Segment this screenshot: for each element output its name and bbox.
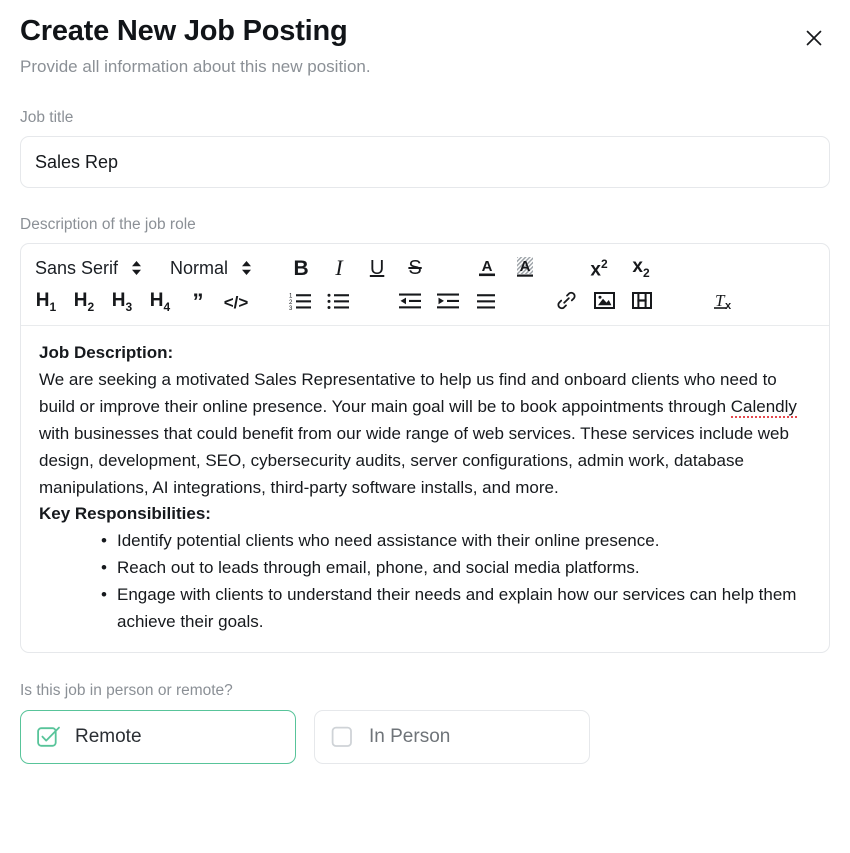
responsibilities-list: Identify potential clients who need assi… (39, 528, 811, 635)
highlight-color-button[interactable]: A (506, 252, 544, 284)
rich-text-editor: Sans Serif Normal B I U S A A x2 x2 H1 H… (20, 243, 830, 653)
font-family-select[interactable]: Sans Serif (27, 253, 146, 283)
link-icon (556, 290, 577, 314)
toolbar-row-1: Sans Serif Normal B I U S A A x2 x2 (27, 251, 823, 285)
checkbox-unchecked-icon (331, 725, 355, 749)
location-option-remote[interactable]: Remote (20, 709, 296, 764)
close-button[interactable] (798, 22, 830, 54)
stepper-icon (131, 258, 142, 278)
heading-1-icon: H1 (35, 290, 57, 315)
image-button[interactable] (585, 286, 623, 318)
clear-formatting-icon: T x (712, 290, 736, 315)
heading-1-button[interactable]: H1 (27, 286, 65, 318)
svg-text:A: A (520, 258, 531, 275)
job-title-label: Job title (20, 109, 74, 127)
dialog-header: Create New Job Posting Provide all infor… (20, 0, 830, 77)
link-button[interactable] (547, 286, 585, 318)
job-title-input[interactable] (20, 136, 830, 189)
heading-2-button[interactable]: H2 (65, 286, 103, 318)
image-icon (593, 291, 615, 313)
align-icon (475, 291, 497, 314)
dialog-subtitle: Provide all information about this new p… (20, 56, 371, 76)
svg-text:A: A (482, 258, 493, 275)
indent-icon (437, 291, 459, 314)
outdent-icon (399, 291, 421, 314)
ordered-list-icon: 1 2 3 (289, 291, 311, 314)
italic-icon: I (335, 255, 343, 281)
ordered-list-button[interactable]: 1 2 3 (281, 286, 319, 318)
align-button[interactable] (467, 286, 505, 318)
font-family-value: Sans Serif (35, 257, 119, 278)
heading-3-button[interactable]: H3 (103, 286, 141, 318)
font-size-select[interactable]: Normal (162, 253, 256, 283)
heading-4-icon: H4 (149, 290, 171, 315)
strikethrough-icon: S (408, 257, 422, 280)
underline-button[interactable]: U (358, 252, 396, 284)
quote-icon: ” (192, 289, 204, 315)
indent-button[interactable] (429, 286, 467, 318)
bold-icon: B (293, 256, 309, 280)
underline-icon: U (369, 257, 385, 280)
content-paragraph-1: We are seeking a motivated Sales Represe… (39, 367, 811, 501)
create-job-posting-dialog: Create New Job Posting Provide all infor… (0, 0, 850, 853)
svg-text:x: x (725, 300, 732, 312)
location-option-remote-label: Remote (75, 725, 142, 747)
code-block-button[interactable]: </> (217, 286, 255, 318)
location-options: Remote In Person (20, 709, 830, 764)
text-color-icon: A (476, 255, 498, 282)
highlight-color-icon: A (514, 255, 536, 282)
paragraph-1-part-b: with businesses that could benefit from … (39, 423, 789, 497)
svg-text:1: 1 (289, 293, 293, 299)
outdent-button[interactable] (391, 286, 429, 318)
video-button[interactable] (623, 286, 661, 318)
subscript-button[interactable]: x2 (620, 252, 662, 284)
location-option-in-person[interactable]: In Person (314, 709, 590, 764)
stepper-icon (241, 258, 252, 278)
heading-3-icon: H3 (111, 290, 133, 315)
subscript-icon: x2 (632, 256, 650, 281)
page-title: Create New Job Posting (20, 15, 348, 47)
code-icon: </> (223, 292, 249, 312)
paragraph-1-part-a: We are seeking a motivated Sales Represe… (39, 370, 777, 417)
description-label: Description of the job role (20, 216, 196, 234)
heading-2-icon: H2 (73, 290, 95, 315)
list-item: Reach out to leads through email, phone,… (39, 555, 811, 582)
text-color-button[interactable]: A (468, 252, 506, 284)
superscript-icon: x2 (590, 256, 608, 280)
list-item: Engage with clients to understand their … (39, 582, 811, 636)
location-label: Is this job in person or remote? (20, 681, 233, 699)
editor-content[interactable]: Job Description: We are seeking a motiva… (21, 326, 829, 651)
video-icon (632, 291, 652, 313)
bullet-list-icon (327, 291, 349, 314)
bold-button[interactable]: B (282, 252, 320, 284)
blockquote-button[interactable]: ” (179, 286, 217, 318)
close-icon (805, 29, 823, 47)
content-heading-1: Job Description: (39, 343, 174, 363)
checkbox-checked-icon (37, 725, 61, 749)
content-heading-2: Key Responsibilities: (39, 504, 211, 524)
svg-text:3: 3 (289, 306, 293, 311)
italic-button[interactable]: I (320, 252, 358, 284)
strikethrough-button[interactable]: S (396, 252, 434, 284)
job-title-fieldset: Job title (20, 108, 830, 189)
heading-4-button[interactable]: H4 (141, 286, 179, 318)
font-size-value: Normal (170, 257, 229, 278)
toolbar-row-2: H1 H2 H3 H4 ” </> 1 2 3 T x (27, 285, 823, 319)
editor-toolbar: Sans Serif Normal B I U S A A x2 x2 H1 H… (21, 244, 829, 327)
superscript-button[interactable]: x2 (578, 252, 620, 284)
list-item: Identify potential clients who need assi… (39, 528, 811, 555)
misspelled-word: Calendly (730, 397, 797, 419)
bullet-list-button[interactable] (319, 286, 357, 318)
location-option-in-person-label: In Person (369, 725, 451, 747)
description-fieldset: Description of the job role Sans Serif N… (20, 215, 830, 653)
clear-formatting-button[interactable]: T x (703, 286, 745, 318)
location-fieldset: Is this job in person or remote? Remote (20, 681, 830, 764)
